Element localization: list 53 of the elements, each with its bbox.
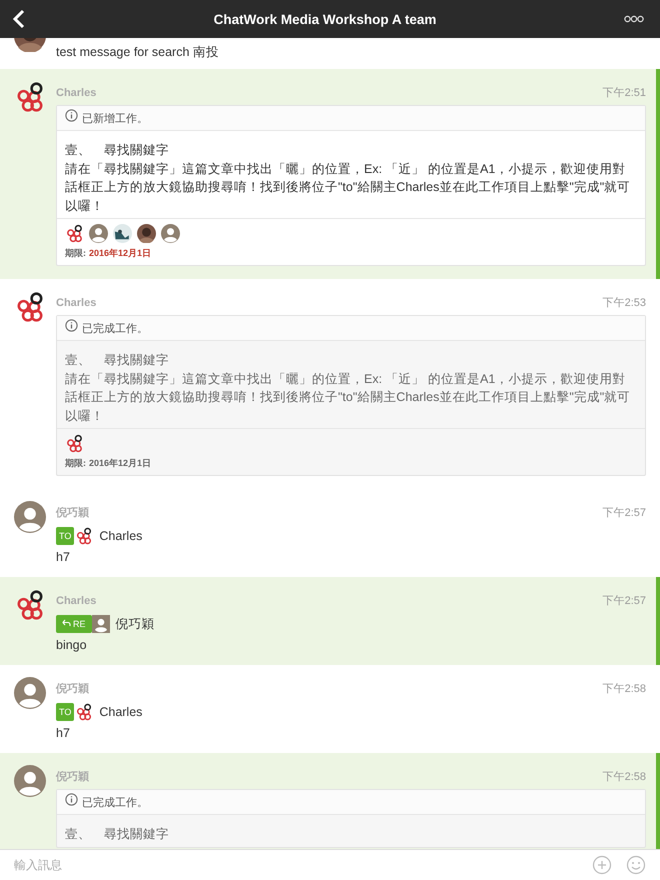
reply-tag: RE xyxy=(56,615,92,633)
avatar-image xyxy=(113,224,132,243)
back-button[interactable] xyxy=(12,9,26,29)
timestamp: 下午2:57 xyxy=(602,506,646,520)
person-avatar xyxy=(14,765,46,797)
more-icon[interactable] xyxy=(624,15,644,23)
due-label: 期限: xyxy=(65,458,86,468)
timestamp: 下午2:53 xyxy=(602,296,646,310)
reply-icon xyxy=(62,619,71,627)
logo-icon xyxy=(65,434,84,453)
task-title: 壹、 尋找關鍵字 xyxy=(65,826,170,843)
logo-icon xyxy=(75,703,94,721)
message-text: h7 xyxy=(56,726,71,740)
logo-icon xyxy=(75,527,94,545)
message-text: bingo xyxy=(56,638,88,652)
info-icon xyxy=(65,319,78,332)
due-date: 2016年12月1日 xyxy=(89,458,152,468)
sender-name: 倪巧穎 xyxy=(56,682,89,696)
message-text: test message for search 南投 xyxy=(56,44,220,61)
recipient-name: Charles xyxy=(99,705,142,719)
logo-icon xyxy=(65,224,84,243)
recipient-name: Charles xyxy=(99,529,142,543)
person-avatar xyxy=(14,677,46,709)
person-avatar xyxy=(161,224,180,243)
to-tag: TO xyxy=(56,527,74,545)
timestamp: 下午2:57 xyxy=(602,594,646,608)
timestamp: 下午2:51 xyxy=(602,86,646,100)
sender-name: 倪巧穎 xyxy=(56,770,89,784)
due-date: 2016年12月1日 xyxy=(89,248,152,258)
sender-name: 倪巧穎 xyxy=(56,506,89,520)
to-tag: TO xyxy=(56,703,74,721)
task-status: 已完成工作。 xyxy=(82,322,148,336)
message-input[interactable]: 輸入訊息 xyxy=(14,858,578,872)
task-status: 已完成工作。 xyxy=(82,796,148,810)
task-description: 請在「尋找關鍵字」這篇文章中找出「曬」的位置，Ex: 「近」 的位置是A1，小提示，歡迎使用對話框正上方的放大鏡協助搜尋唷！找到後將位子"to"給關主Charles並在此工作項目上點擊"完成"就可以囉！ xyxy=(65,160,632,214)
timestamp: 下午2:58 xyxy=(602,770,646,784)
sender-name: Charles xyxy=(56,87,96,99)
info-icon xyxy=(65,109,78,122)
message-text: h7 xyxy=(56,550,71,564)
task-description: 請在「尋找關鍵字」這篇文章中找出「曬」的位置，Ex: 「近」 的位置是A1，小提示，歡迎使用對話框正上方的放大鏡協助搜尋唷！找到後將位子"to"給關主Charles並在此工作項目上點擊"完成"就可以囉！ xyxy=(65,370,632,424)
sender-name: Charles xyxy=(56,297,96,309)
task-title: 壹、 尋找關鍵字 xyxy=(65,352,170,369)
window-title: ChatWork Media Workshop A team xyxy=(212,12,438,26)
person-avatar xyxy=(89,224,108,243)
task-title: 壹、 尋找關鍵字 xyxy=(65,142,170,159)
due-label: 期限: xyxy=(65,248,86,258)
sender-name: Charles xyxy=(56,595,96,607)
recipient-name: 倪巧穎 xyxy=(116,616,155,632)
info-icon xyxy=(65,793,78,806)
avatar-image xyxy=(137,224,156,243)
timestamp: 下午2:58 xyxy=(602,682,646,696)
task-status: 已新增工作。 xyxy=(82,112,148,126)
person-avatar xyxy=(14,501,46,533)
